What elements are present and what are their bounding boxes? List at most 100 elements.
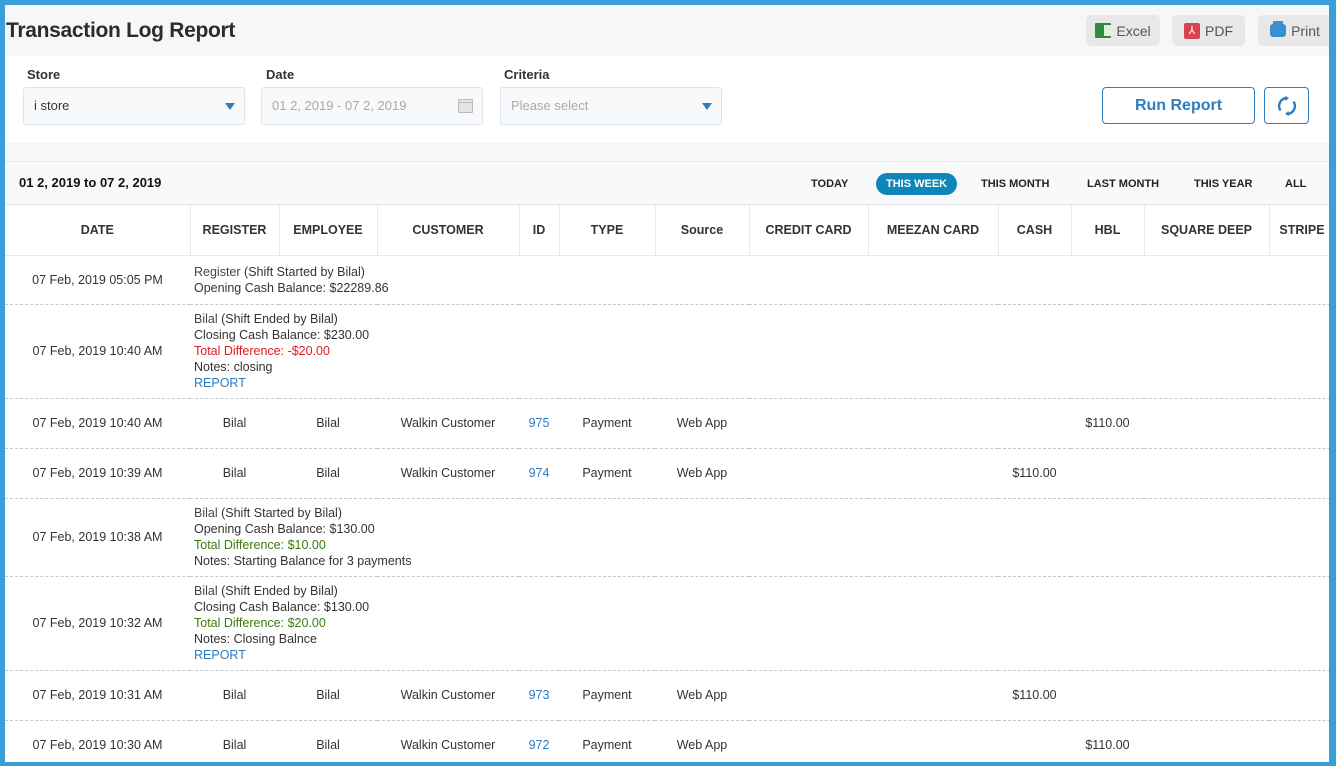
meezan-card-cell [868,670,998,721]
shift-register-name: Bilal [194,584,218,598]
export-pdf-button[interactable]: ⅄ PDF [1172,15,1245,46]
date-range-input[interactable]: 01 2, 2019 - 07 2, 2019 [261,87,483,125]
credit-card-cell [749,670,868,721]
shift-notes: Notes: closing [194,360,273,374]
store-select[interactable]: i store [23,87,245,125]
total-difference: Total Difference: -$20.00 [194,344,330,358]
shift-details-cell: Bilal (Shift Ended by Bilal) Closing Cash… [190,304,1329,399]
register-cell: Bilal [190,670,279,721]
print-label: Print [1291,22,1320,39]
excel-icon [1095,23,1112,38]
cash-balance: Closing Cash Balance: $230.00 [194,328,370,342]
period-tab-today[interactable]: TODAY [811,173,848,195]
report-panel: 01 2, 2019 to 07 2, 2019 TODAY THIS WEEK… [5,161,1329,762]
source-cell: Web App [655,670,749,721]
criteria-select[interactable]: Please select [500,87,722,125]
shift-report-link[interactable]: REPORT [194,647,1329,663]
customer-cell: Walkin Customer [377,720,519,762]
shift-event: (Shift Ended by Bilal) [221,584,338,598]
employee-cell: Bilal [279,670,377,721]
period-tab-this-year[interactable]: THIS YEAR [1194,173,1252,195]
period-tab-last-month[interactable]: LAST MONTH [1087,173,1159,195]
cash-balance: Opening Cash Balance: $22289.86 [194,280,389,295]
shift-register-name: Bilal [194,506,218,520]
period-tab-this-month[interactable]: THIS MONTH [981,173,1049,195]
column-header-credit-card[interactable]: CREDIT CARD [749,205,869,256]
id-cell[interactable]: 975 [519,398,559,449]
shift-notes: Notes: Closing Balnce [194,632,317,646]
source-cell: Web App [655,448,749,499]
export-excel-label: Excel [1116,22,1151,39]
date-cell: 07 Feb, 2019 10:32 AM [5,576,190,671]
date-cell: 07 Feb, 2019 10:38 AM [5,498,190,577]
transaction-table: DATE REGISTER EMPLOYEE CUSTOMER ID TYPE Source… [5,205,1329,762]
column-header-cash[interactable]: CASH [998,205,1072,256]
column-header-id[interactable]: ID [519,205,560,256]
shift-register-name: Bilal [194,312,218,326]
square-deep-cell [1144,670,1269,721]
column-header-customer[interactable]: CUSTOMER [377,205,520,256]
id-cell[interactable]: 972 [519,720,559,762]
column-header-source[interactable]: Source [655,205,750,256]
cash-balance: Opening Cash Balance: $130.00 [194,522,375,536]
export-excel-button[interactable]: Excel [1086,15,1160,46]
employee-cell: Bilal [279,720,377,762]
type-cell: Payment [559,398,655,449]
shift-title: Register (Shift Started by Bilal) [194,264,1329,280]
date-label: Date [266,67,295,82]
table-header-row: DATE REGISTER EMPLOYEE CUSTOMER ID TYPE Source… [5,205,1329,256]
range-title: 01 2, 2019 to 07 2, 2019 [19,175,162,190]
id-cell[interactable]: 973 [519,670,559,721]
register-cell: Bilal [190,398,279,449]
employee-cell: Bilal [279,448,377,499]
id-cell[interactable]: 974 [519,448,559,499]
period-tab-all[interactable]: ALL [1285,173,1306,195]
square-deep-cell [1144,720,1269,762]
shift-event: (Shift Ended by Bilal) [221,312,338,326]
table-body: 07 Feb, 2019 05:05 PM Register (Shift Sta… [5,255,1329,762]
stripe-cell [1269,448,1329,499]
chevron-down-icon [702,103,712,110]
page-header: Transaction Log Report Excel ⅄ PDF Print [5,5,1329,56]
date-cell: 07 Feb, 2019 10:40 AM [5,398,190,449]
credit-card-cell [749,720,868,762]
type-cell: Payment [559,448,655,499]
payment-row: 07 Feb, 2019 10:31 AM Bilal Bilal Walkin Cu… [5,670,1329,721]
run-report-button[interactable]: Run Report [1102,87,1255,124]
store-value: i store [34,98,70,113]
period-tab-this-week[interactable]: THIS WEEK [876,173,958,195]
customer-cell: Walkin Customer [377,670,519,721]
calendar-icon[interactable] [458,99,473,113]
shift-register-name: Register [194,264,241,279]
column-header-stripe[interactable]: STRIPE [1269,205,1329,256]
square-deep-cell [1144,448,1269,499]
date-cell: 07 Feb, 2019 10:30 AM [5,720,190,762]
register-cell: Bilal [190,720,279,762]
shift-details-cell: Bilal (Shift Started by Bilal) Opening Ca… [190,498,1329,577]
employee-cell: Bilal [279,398,377,449]
type-cell: Payment [559,670,655,721]
payment-row: 07 Feb, 2019 10:39 AM Bilal Bilal Walkin Cu… [5,448,1329,499]
column-header-meezan-card[interactable]: MEEZAN CARD [868,205,999,256]
column-header-type[interactable]: TYPE [559,205,656,256]
column-header-register[interactable]: REGISTER [190,205,280,256]
shift-event: (Shift Started by Bilal) [244,264,365,279]
shift-event: (Shift Started by Bilal) [221,506,342,520]
shift-details-cell: Bilal (Shift Ended by Bilal) Closing Cash… [190,576,1329,671]
column-header-square-deep[interactable]: SQUARE DEEP [1144,205,1270,256]
column-header-employee[interactable]: EMPLOYEE [279,205,378,256]
refresh-button[interactable] [1264,87,1309,124]
column-header-date[interactable]: DATE [5,205,191,256]
print-button[interactable]: Print [1258,15,1329,46]
date-cell: 07 Feb, 2019 10:31 AM [5,670,190,721]
shift-report-link[interactable]: REPORT [194,375,1329,391]
range-bar: 01 2, 2019 to 07 2, 2019 TODAY THIS WEEK… [5,162,1329,205]
shift-row: 07 Feb, 2019 10:32 AM Bilal (Shift Ended … [5,576,1329,671]
source-cell: Web App [655,398,749,449]
meezan-card-cell [868,448,998,499]
export-pdf-label: PDF [1205,22,1233,39]
date-cell: 07 Feb, 2019 10:40 AM [5,304,190,399]
column-header-hbl[interactable]: HBL [1071,205,1145,256]
register-cell: Bilal [190,448,279,499]
criteria-placeholder: Please select [511,98,589,113]
